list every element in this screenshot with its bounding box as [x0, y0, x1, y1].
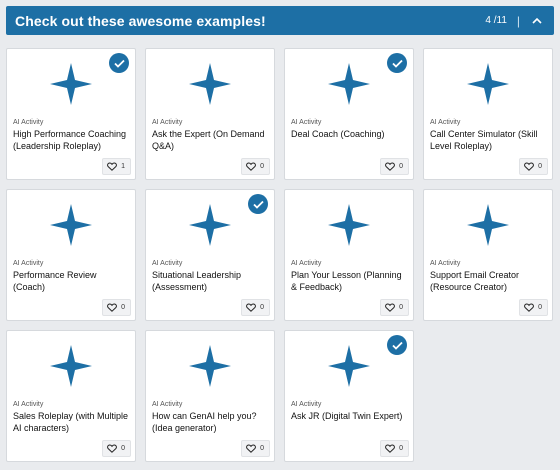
activity-card[interactable]: AI Activity High Performance Coaching (Le… — [6, 48, 136, 180]
activity-title: Ask JR (Digital Twin Expert) — [291, 411, 403, 421]
activity-card[interactable]: AI Activity Ask the Expert (On Demand Q&A… — [145, 48, 275, 180]
like-count: 0 — [260, 445, 264, 452]
like-count: 0 — [121, 304, 125, 311]
like-button[interactable]: 0 — [519, 299, 548, 316]
activity-card[interactable]: AI Activity Sales Roleplay (with Multiple… — [6, 330, 136, 462]
activity-card[interactable]: AI Activity Call Center Simulator (Skill … — [423, 48, 553, 180]
four-point-star-icon — [328, 345, 370, 387]
activity-type: AI Activity — [13, 401, 44, 408]
like-count: 0 — [538, 163, 542, 170]
four-point-star-icon — [189, 204, 231, 246]
four-point-star-icon — [50, 345, 92, 387]
four-point-star-icon — [50, 63, 92, 105]
check-circle-icon — [387, 335, 407, 355]
activity-title: Ask the Expert (On Demand Q&A) — [152, 129, 265, 151]
heart-icon — [246, 444, 257, 453]
four-point-star-icon — [328, 63, 370, 105]
activity-type: AI Activity — [152, 119, 183, 126]
like-button[interactable]: 0 — [102, 440, 131, 457]
like-count: 0 — [538, 304, 542, 311]
like-button[interactable]: 1 — [102, 158, 131, 175]
activity-title: Sales Roleplay (with Multiple AI charact… — [13, 411, 129, 433]
four-point-star-icon — [467, 204, 509, 246]
activity-type: AI Activity — [291, 119, 322, 126]
activity-title: Call Center Simulator (Skill Level Rolep… — [430, 129, 538, 151]
like-button[interactable]: 0 — [380, 299, 409, 316]
activity-type: AI Activity — [291, 260, 322, 267]
activity-title: Performance Review (Coach) — [13, 270, 97, 292]
activity-type: AI Activity — [291, 401, 322, 408]
like-count: 0 — [260, 304, 264, 311]
activity-card[interactable]: AI Activity Ask JR (Digital Twin Expert) 0 — [284, 330, 414, 462]
like-count: 0 — [399, 163, 403, 170]
heart-icon — [524, 303, 535, 312]
header-divider: | — [516, 13, 520, 28]
heart-icon — [246, 162, 257, 171]
like-count: 0 — [399, 445, 403, 452]
four-point-star-icon — [328, 204, 370, 246]
heart-icon — [107, 162, 118, 171]
activity-type: AI Activity — [13, 119, 44, 126]
activity-card[interactable]: AI Activity Performance Review (Coach) 0 — [6, 189, 136, 321]
examples-header: Check out these awesome examples! 4 /11 … — [6, 6, 554, 35]
like-button[interactable]: 0 — [241, 299, 270, 316]
activity-card[interactable]: AI Activity Support Email Creator (Resour… — [423, 189, 553, 321]
like-button[interactable]: 0 — [519, 158, 548, 175]
heart-icon — [385, 444, 396, 453]
activity-type: AI Activity — [13, 260, 44, 267]
activity-type: AI Activity — [430, 119, 461, 126]
activity-card[interactable]: AI Activity Plan Your Lesson (Planning & … — [284, 189, 414, 321]
like-count: 1 — [121, 163, 125, 170]
like-button[interactable]: 0 — [241, 158, 270, 175]
heart-icon — [246, 303, 257, 312]
like-count: 0 — [399, 304, 403, 311]
like-button[interactable]: 0 — [380, 440, 409, 457]
activity-title: How can GenAI help you? (Idea generator) — [152, 411, 257, 433]
activity-title: Situational Leadership (Assessment) — [152, 270, 242, 292]
activity-card[interactable]: AI Activity How can GenAI help you? (Idea… — [145, 330, 275, 462]
activity-title: High Performance Coaching (Leadership Ro… — [13, 129, 127, 151]
collapse-button[interactable] — [530, 14, 544, 28]
four-point-star-icon — [189, 63, 231, 105]
four-point-star-icon — [189, 345, 231, 387]
activity-title: Support Email Creator (Resource Creator) — [430, 270, 520, 292]
activity-title: Deal Coach (Coaching) — [291, 129, 385, 139]
activity-type: AI Activity — [430, 260, 461, 267]
activity-title: Plan Your Lesson (Planning & Feedback) — [291, 270, 402, 292]
heart-icon — [524, 162, 535, 171]
four-point-star-icon — [50, 204, 92, 246]
like-button[interactable]: 0 — [102, 299, 131, 316]
activity-type: AI Activity — [152, 260, 183, 267]
activity-type: AI Activity — [152, 401, 183, 408]
activity-card[interactable]: AI Activity Situational Leadership (Asses… — [145, 189, 275, 321]
like-count: 0 — [260, 163, 264, 170]
heart-icon — [107, 303, 118, 312]
four-point-star-icon — [467, 63, 509, 105]
section-title: Check out these awesome examples! — [15, 12, 266, 29]
check-circle-icon — [248, 194, 268, 214]
check-circle-icon — [387, 53, 407, 73]
heart-icon — [385, 162, 396, 171]
heart-icon — [385, 303, 396, 312]
like-button[interactable]: 0 — [380, 158, 409, 175]
activity-card[interactable]: AI Activity Deal Coach (Coaching) 0 — [284, 48, 414, 180]
chevron-up-icon — [532, 17, 542, 24]
page-counter: 4 /11 — [485, 15, 507, 26]
heart-icon — [107, 444, 118, 453]
like-count: 0 — [121, 445, 125, 452]
like-button[interactable]: 0 — [241, 440, 270, 457]
check-circle-icon — [109, 53, 129, 73]
